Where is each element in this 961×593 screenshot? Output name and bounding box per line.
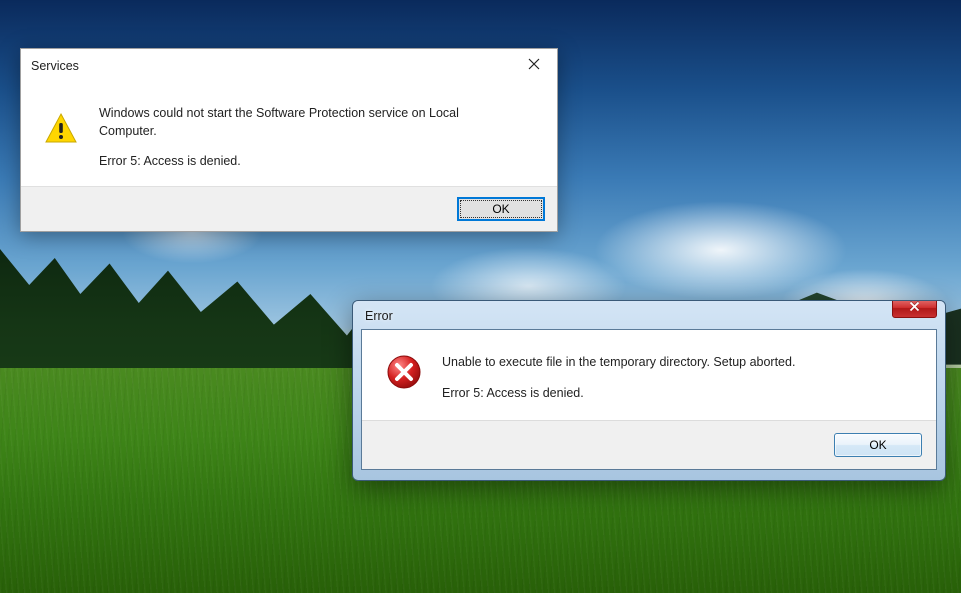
close-icon bbox=[528, 57, 540, 75]
services-message-line2: Error 5: Access is denied. bbox=[99, 154, 499, 168]
services-dialog-body: Windows could not start the Software Pro… bbox=[21, 83, 557, 186]
error-dialog-title: Error bbox=[365, 309, 393, 323]
error-ok-button[interactable]: OK bbox=[834, 433, 922, 457]
services-dialog-footer: OK bbox=[21, 186, 557, 231]
error-message-line1: Unable to execute file in the temporary … bbox=[442, 354, 795, 372]
error-dialog-titlebar[interactable]: Error bbox=[361, 309, 937, 329]
services-dialog-message: Windows could not start the Software Pro… bbox=[99, 105, 499, 168]
error-dialog: Error bbox=[352, 300, 946, 481]
services-dialog-title: Services bbox=[31, 59, 79, 73]
services-ok-button[interactable]: OK bbox=[457, 197, 545, 221]
error-dialog-close-button[interactable] bbox=[892, 300, 937, 318]
services-dialog: Services Windows could not start the Sof… bbox=[20, 48, 558, 232]
error-message-line2: Error 5: Access is denied. bbox=[442, 386, 795, 400]
error-dialog-chrome: Error bbox=[353, 301, 945, 480]
error-dialog-message: Unable to execute file in the temporary … bbox=[442, 354, 795, 400]
close-icon bbox=[909, 300, 920, 317]
error-icon bbox=[386, 354, 422, 395]
error-dialog-body: Unable to execute file in the temporary … bbox=[362, 330, 936, 420]
error-dialog-footer: OK bbox=[362, 420, 936, 469]
services-message-line1: Windows could not start the Software Pro… bbox=[99, 105, 499, 140]
warning-icon bbox=[43, 111, 79, 152]
services-dialog-titlebar[interactable]: Services bbox=[21, 49, 557, 83]
services-dialog-close-button[interactable] bbox=[511, 49, 557, 83]
error-dialog-inner: Unable to execute file in the temporary … bbox=[361, 329, 937, 470]
